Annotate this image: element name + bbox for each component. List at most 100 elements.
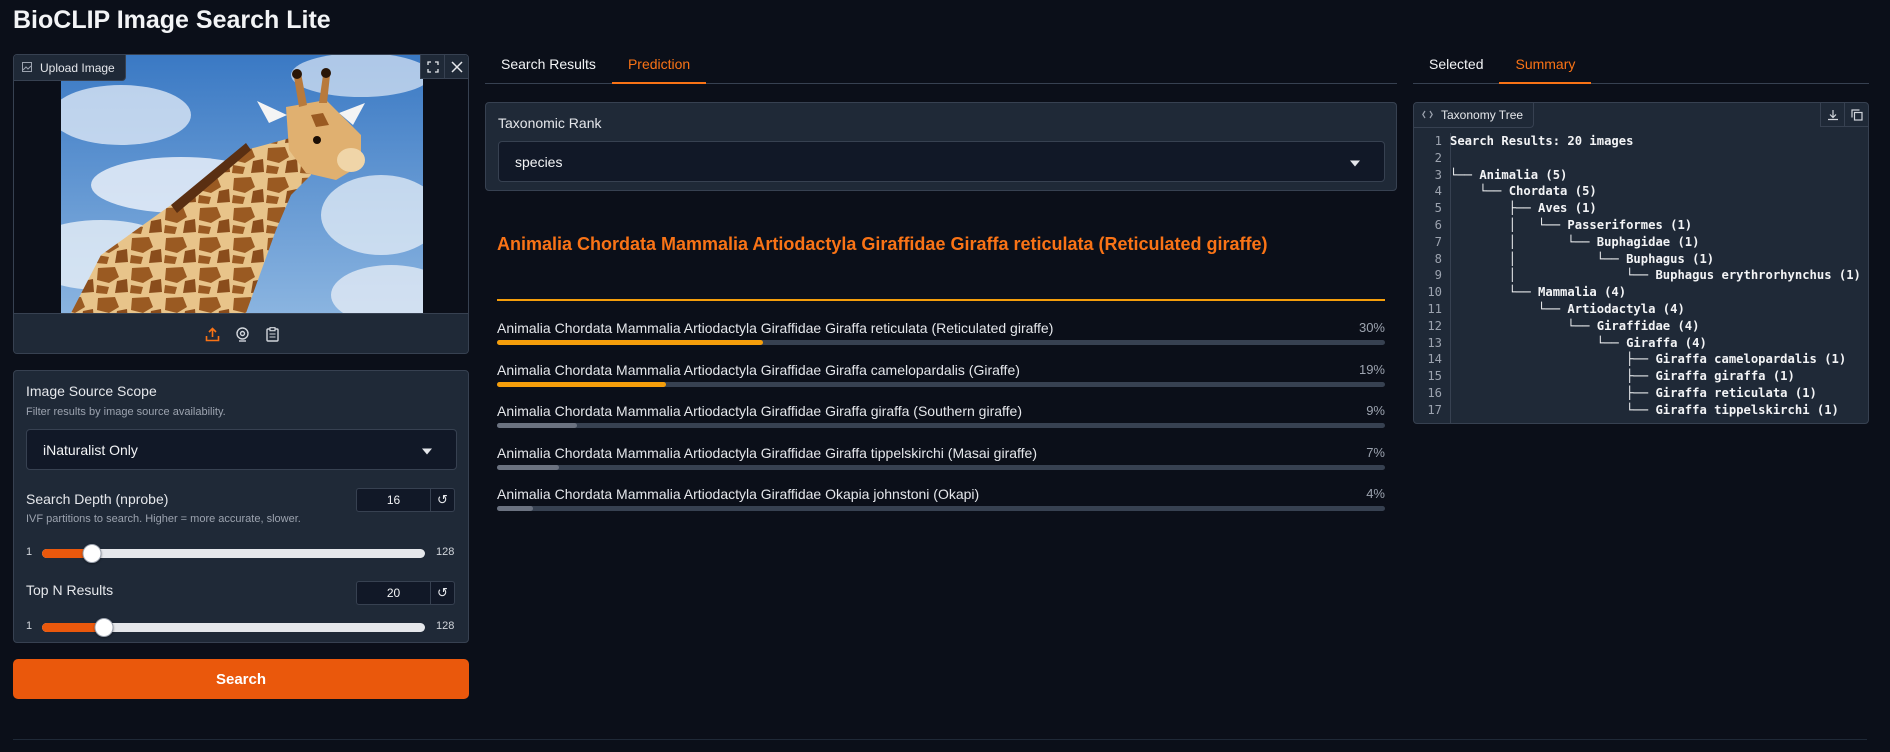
prediction-row: Animalia Chordata Mammalia Artiodactyla … — [497, 320, 1385, 346]
code-line: 12 └── Giraffidae (4) — [1414, 318, 1868, 335]
tab-search-results[interactable]: Search Results — [485, 56, 612, 84]
upload-label-text: Upload Image — [40, 60, 115, 75]
code-line: 14 ├── Giraffa camelopardalis (1) — [1414, 351, 1868, 368]
code-line: 15 ├── Giraffa giraffa (1) — [1414, 368, 1868, 385]
code-line: 1 Search Results: 20 images — [1414, 133, 1868, 150]
prediction-row: Animalia Chordata Mammalia Artiodactyla … — [497, 486, 1385, 512]
topn-min: 1 — [26, 620, 33, 632]
image-toolbar — [420, 55, 468, 79]
prediction-percent: 4% — [1366, 486, 1385, 501]
confidence-bar-fill — [497, 423, 577, 428]
prediction-label: Animalia Chordata Mammalia Artiodactyla … — [497, 403, 1022, 419]
code-text: └── Giraffa (4) — [1450, 335, 1707, 350]
search-button[interactable]: Search — [13, 659, 469, 699]
close-icon[interactable] — [444, 55, 468, 79]
chevron-down-icon — [422, 448, 432, 454]
scope-label: Image Source Scope — [26, 383, 157, 399]
code-text: │ └── Buphagus erythrorhynchus (1) — [1450, 268, 1861, 283]
depth-min: 1 — [26, 546, 33, 558]
topn-number-input[interactable]: 20 — [356, 581, 431, 605]
depth-max: 128 — [436, 546, 455, 558]
line-number: 2 — [1434, 150, 1442, 165]
copy-icon[interactable] — [1844, 103, 1868, 127]
taxonomy-tree-label: Taxonomy Tree — [1414, 103, 1535, 128]
depth-number-input[interactable]: 16 — [356, 488, 431, 512]
scope-selected-value: iNaturalist Only — [43, 441, 138, 458]
line-number: 17 — [1427, 402, 1442, 417]
taxonomy-tree-label-text: Taxonomy Tree — [1441, 108, 1524, 122]
webcam-icon[interactable] — [234, 327, 250, 343]
upload-icon[interactable] — [204, 327, 220, 343]
confidence-bar-track — [497, 423, 1385, 428]
code-text: └── Giraffidae (4) — [1450, 318, 1700, 333]
topn-slider[interactable] — [42, 618, 425, 637]
image-preview-area[interactable] — [14, 55, 468, 313]
depth-info: IVF partitions to search. Higher = more … — [26, 513, 301, 525]
upload-source-actions — [14, 313, 468, 353]
prediction-label: Animalia Chordata Mammalia Artiodactyla … — [497, 444, 1038, 461]
prediction-label: Animalia Chordata Mammalia Artiodactyla … — [497, 320, 1054, 336]
confidence-bar-track — [497, 340, 1385, 345]
rank-label: Taxonomic Rank — [498, 115, 602, 131]
upload-image-label: Upload Image — [14, 55, 126, 81]
clipboard-icon[interactable] — [264, 327, 280, 343]
prediction-row: Animalia Chordata Mammalia Artiodactyla … — [497, 445, 1385, 471]
tab-prediction[interactable]: Prediction — [611, 56, 707, 84]
tab-selected[interactable]: Selected — [1413, 56, 1499, 84]
prediction-divider — [497, 299, 1385, 301]
tab-summary[interactable]: Summary — [1499, 56, 1592, 84]
confidence-bar-track — [497, 506, 1385, 511]
line-number: 12 — [1427, 318, 1442, 333]
taxonomy-tree-code[interactable]: 1 Search Results: 20 images 2 3 └── Animalia… — [1414, 133, 1868, 419]
topn-slider-thumb[interactable] — [94, 618, 114, 637]
depth-reset-icon[interactable]: ↺ — [431, 488, 455, 512]
line-number: 3 — [1434, 167, 1442, 182]
app-title: BioCLIP Image Search Lite — [13, 6, 331, 34]
prediction-percent: 7% — [1366, 444, 1385, 460]
code-line: 3 └── Animalia (5) — [1414, 167, 1868, 184]
taxonomic-rank-dropdown[interactable]: species — [498, 141, 1385, 182]
image-icon — [22, 61, 32, 75]
search-settings-panel: Image Source Scope Filter results by ima… — [13, 370, 469, 643]
code-line: 16 ├── Giraffa reticulata (1) — [1414, 385, 1868, 402]
giraffe-image — [61, 55, 423, 313]
middle-tab-bar: Search Results Prediction — [485, 56, 1397, 84]
chevron-down-icon — [1350, 160, 1360, 166]
prediction-percent: 19% — [1358, 361, 1385, 377]
code-line: 17 └── Giraffa tippelskirchi (1) — [1414, 402, 1868, 419]
code-line: 9 │ └── Buphagus erythrorhynchus (1) — [1414, 267, 1868, 284]
prediction-row: Animalia Chordata Mammalia Artiodactyla … — [497, 403, 1385, 429]
topn-reset-icon[interactable]: ↺ — [431, 581, 455, 605]
line-number: 1 — [1434, 134, 1442, 148]
image-source-scope-dropdown[interactable]: iNaturalist Only — [26, 429, 457, 470]
depth-slider-thumb[interactable] — [82, 544, 102, 563]
line-number: 11 — [1427, 301, 1442, 316]
code-text: ├── Giraffa giraffa (1) — [1450, 369, 1795, 384]
download-icon[interactable] — [1820, 103, 1844, 127]
code-line: 6 │ └── Passeriformes (1) — [1414, 217, 1868, 234]
line-number: 13 — [1427, 335, 1442, 350]
image-upload-panel[interactable]: Upload Image — [13, 54, 469, 354]
depth-slider[interactable] — [42, 544, 425, 563]
taxonomy-tree-panel: Taxonomy Tree 1 Search Results: 20 images… — [1413, 102, 1869, 424]
line-number: 16 — [1427, 385, 1442, 400]
code-icon — [1422, 108, 1433, 122]
code-text: └── Giraffa tippelskirchi (1) — [1450, 402, 1839, 417]
line-number: 6 — [1434, 217, 1442, 232]
scope-info: Filter results by image source availabil… — [26, 406, 226, 418]
code-line: 8 │ └── Buphagus (1) — [1414, 251, 1868, 268]
code-text: └── Chordata (5) — [1450, 184, 1597, 199]
confidence-bar-fill — [497, 340, 764, 345]
confidence-bar-fill — [497, 506, 533, 511]
code-text: │ └── Buphagidae (1) — [1450, 234, 1700, 249]
line-number: 10 — [1427, 285, 1442, 300]
code-text: │ └── Passeriformes (1) — [1450, 217, 1693, 232]
code-text: ├── Aves (1) — [1450, 201, 1597, 216]
topn-label: Top N Results — [26, 582, 114, 598]
depth-label: Search Depth (nprobe) — [26, 491, 169, 507]
code-text: ├── Giraffa reticulata (1) — [1450, 385, 1817, 400]
fullscreen-icon[interactable] — [420, 55, 444, 79]
code-line: 10 └── Mammalia (4) — [1414, 284, 1868, 301]
line-number: 9 — [1434, 268, 1442, 283]
footer-divider — [13, 739, 1867, 740]
